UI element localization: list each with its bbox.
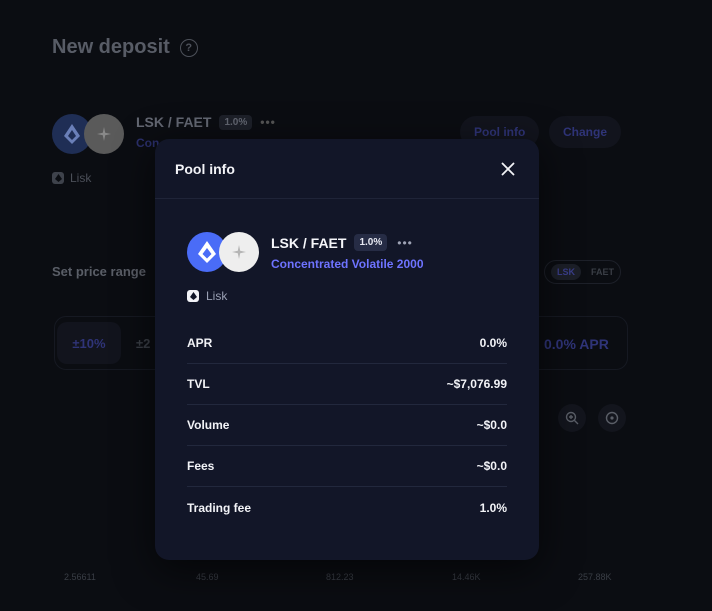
- stat-row-fees: Fees ~$0.0: [187, 446, 507, 487]
- stat-label: TVL: [187, 377, 210, 391]
- bg-chain: Lisk: [52, 171, 91, 185]
- stat-label: Trading fee: [187, 500, 252, 515]
- fee-badge: 1.0%: [354, 234, 388, 251]
- range-pill-2[interactable]: ±2: [136, 336, 150, 351]
- stat-row-apr: APR 0.0%: [187, 323, 507, 364]
- stat-value: 1.0%: [479, 500, 507, 515]
- stat-value: ~$0.0: [476, 418, 507, 432]
- bg-pair-name: LSK / FAET: [136, 114, 212, 130]
- range-label: Set price range: [52, 264, 146, 279]
- stat-label: Volume: [187, 418, 230, 432]
- stat-row-tvl: TVL ~$7,076.99: [187, 364, 507, 405]
- bg-fee-badge: 1.0%: [219, 114, 253, 130]
- stat-value: ~$7,076.99: [446, 377, 507, 391]
- zoom-in-icon[interactable]: [558, 404, 586, 432]
- faet-token-icon: [84, 114, 124, 154]
- range-pill-10[interactable]: ±10%: [57, 322, 121, 364]
- close-icon[interactable]: [497, 158, 519, 180]
- center-icon[interactable]: [598, 404, 626, 432]
- lisk-chain-icon: [187, 290, 199, 302]
- more-dots-icon[interactable]: •••: [260, 115, 276, 129]
- toggle-lsk[interactable]: LSK: [551, 264, 581, 280]
- bg-apr: 0.0% APR: [544, 336, 609, 352]
- more-dots-icon[interactable]: •••: [397, 236, 413, 250]
- stat-label: APR: [187, 336, 213, 350]
- chain-name: Lisk: [206, 289, 228, 303]
- stat-label: Fees: [187, 459, 215, 473]
- pool-type-link[interactable]: Concentrated Volatile 2000: [271, 257, 424, 271]
- toggle-faet[interactable]: FAET: [591, 267, 614, 277]
- pool-pair: LSK / FAET 1.0% ••• Concentrated Volatil…: [187, 232, 424, 272]
- help-icon[interactable]: ?: [179, 38, 198, 57]
- chain-row: Lisk: [187, 289, 227, 303]
- pool-info-modal: Pool info LSK / FAET 1.0% ••• Concentrat…: [155, 139, 539, 560]
- axis-label: 14.46K: [452, 572, 481, 582]
- stat-row-volume: Volume ~$0.0: [187, 405, 507, 446]
- axis-label: 812.23: [326, 572, 354, 582]
- lisk-chain-icon: [52, 172, 64, 184]
- pair-name: LSK / FAET: [271, 234, 347, 251]
- axis-label: 45.69: [196, 572, 219, 582]
- modal-title: Pool info: [175, 160, 235, 177]
- change-button[interactable]: Change: [549, 116, 622, 148]
- axis-label: 257.88K: [578, 572, 612, 582]
- token-toggle[interactable]: LSK FAET: [544, 260, 622, 284]
- page-title: New deposit ?: [52, 36, 198, 59]
- stat-row-trading-fee: Trading fee 1.0%: [187, 487, 507, 528]
- axis-label: 2.56611: [64, 572, 96, 582]
- faet-token-icon: [219, 232, 259, 272]
- stat-value: 0.0%: [479, 336, 507, 350]
- stats-list: APR 0.0% TVL ~$7,076.99 Volume ~$0.0 Fee…: [187, 323, 507, 528]
- stat-value: ~$0.0: [476, 459, 507, 473]
- modal-header: Pool info: [155, 139, 539, 199]
